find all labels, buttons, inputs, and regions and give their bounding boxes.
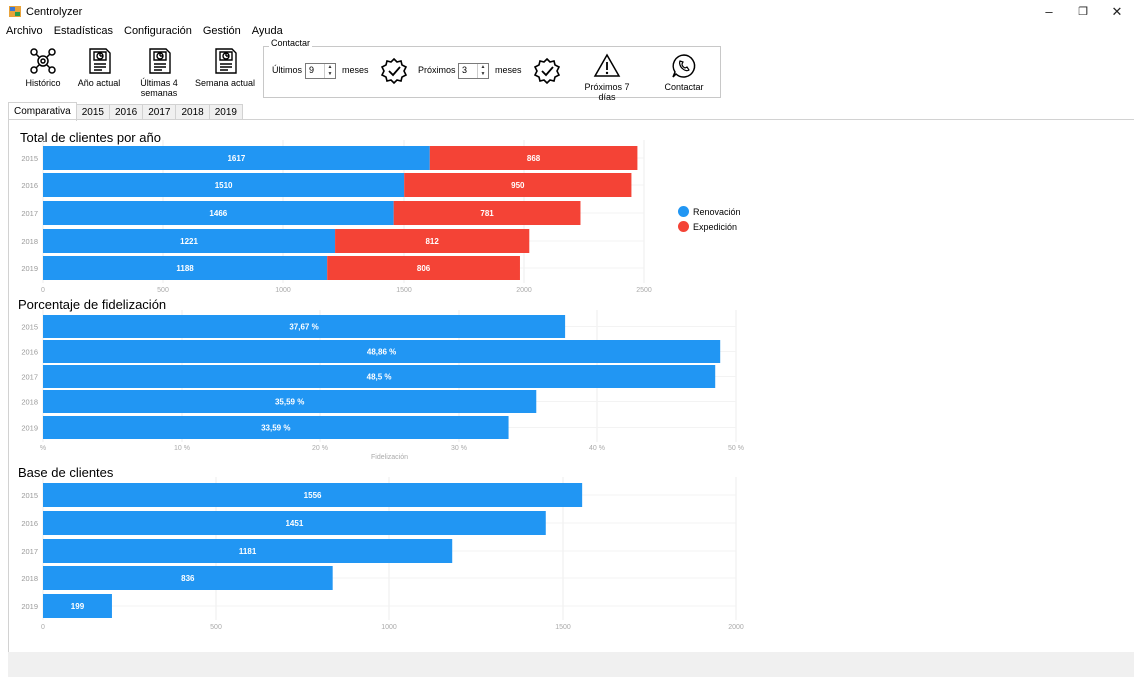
bar-value-label: 836: [181, 574, 195, 583]
bar-value-label: 1451: [285, 519, 303, 528]
x-tick-label: 1500: [555, 624, 571, 631]
x-tick-label: 2000: [728, 624, 744, 631]
bar-value-label: 1617: [227, 154, 245, 163]
bar-value-label: 868: [527, 154, 541, 163]
bar-value-label: 1556: [304, 491, 322, 500]
x-tick-label: 500: [157, 287, 169, 294]
x-tick-label: 1000: [275, 287, 291, 294]
legend-label-expedicion: Expedición: [693, 221, 738, 232]
y-tick-label: 2017: [21, 209, 38, 218]
bar-value-label: 35,59 %: [275, 398, 304, 407]
bar-value-label: 1466: [209, 209, 227, 218]
x-tick-label: 2500: [636, 287, 652, 294]
y-tick-label: 2018: [21, 574, 38, 583]
y-tick-label: 2019: [21, 264, 38, 273]
legend-dot-renovacion: [678, 206, 689, 217]
bar-value-label: 1221: [180, 237, 198, 246]
bar-value-label: 48,86 %: [367, 348, 396, 357]
bar-value-label: 950: [511, 181, 525, 190]
bar-value-label: 1181: [239, 547, 257, 556]
x-tick-label: 20 %: [312, 445, 328, 452]
x-tick-label: 40 %: [589, 445, 605, 452]
legend-item-renovacion: Renovación: [678, 204, 741, 219]
y-tick-label: 2018: [21, 237, 38, 246]
bar-value-label: 37,67 %: [289, 323, 318, 332]
y-tick-label: 2016: [21, 519, 38, 528]
x-axis-label: Fidelización: [371, 454, 408, 461]
y-tick-label: 2019: [21, 602, 38, 611]
bar-value-label: 812: [425, 237, 439, 246]
y-tick-label: 2018: [21, 398, 38, 407]
bar-value-label: 781: [480, 209, 494, 218]
y-tick-label: 2016: [21, 348, 38, 357]
y-tick-label: 2015: [21, 491, 38, 500]
y-tick-label: 2017: [21, 373, 38, 382]
legend-label-renovacion: Renovación: [693, 206, 741, 217]
x-tick-label: 1000: [381, 624, 397, 631]
y-tick-label: 2015: [21, 154, 38, 163]
bar-value-label: 806: [417, 264, 431, 273]
bar-value-label: 33,59 %: [261, 424, 290, 433]
x-tick-label: 2000: [516, 287, 532, 294]
legend-item-expedicion: Expedición: [678, 219, 741, 234]
x-tick-label: 0: [41, 287, 45, 294]
y-tick-label: 2016: [21, 181, 38, 190]
x-tick-label: 0: [41, 624, 45, 631]
x-tick-label: 10 %: [174, 445, 190, 452]
y-tick-label: 2015: [21, 323, 38, 332]
charts-canvas: 0 500 1000 1500 2000 2500 2015 2016 2017 2018 2019…: [21, 140, 744, 631]
bar-value-label: 1510: [215, 181, 233, 190]
bar-value-label: 1188: [176, 264, 194, 273]
chart-legend: Renovación Expedición: [678, 204, 741, 234]
x-tick-label: %: [40, 445, 46, 452]
legend-dot-expedicion: [678, 221, 689, 232]
bar-value-label: 48,5 %: [367, 373, 392, 382]
x-tick-label: 500: [210, 624, 222, 631]
y-tick-label: 2019: [21, 424, 38, 433]
status-bar: [8, 652, 1134, 677]
y-tick-label: 2017: [21, 547, 38, 556]
bar-value-label: 199: [71, 602, 85, 611]
x-tick-label: 50 %: [728, 445, 744, 452]
x-tick-label: 30 %: [451, 445, 467, 452]
x-tick-label: 1500: [396, 287, 412, 294]
